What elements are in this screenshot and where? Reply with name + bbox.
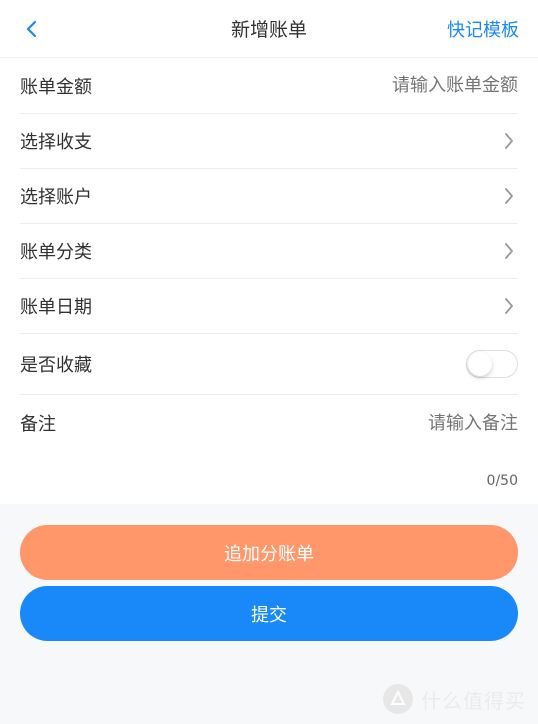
income-expense-cell[interactable]: 选择收支: [20, 114, 518, 169]
remark-label: 备注: [20, 414, 56, 435]
chevron-right-icon: [500, 132, 518, 150]
remark-char-counter: 0/50: [486, 473, 518, 489]
amount-cell[interactable]: 账单金额: [20, 58, 518, 114]
chevron-left-icon: [26, 20, 37, 38]
back-button[interactable]: [20, 17, 44, 41]
remark-cell[interactable]: 备注: [20, 395, 518, 451]
favorite-switch[interactable]: [466, 350, 518, 378]
watermark: 什么值得买: [383, 684, 526, 714]
remark-input[interactable]: [258, 412, 518, 434]
chevron-right-icon: [500, 242, 518, 260]
watermark-text: 什么值得买: [421, 688, 526, 713]
date-label: 账单日期: [20, 297, 92, 318]
switch-knob: [468, 352, 492, 376]
amount-label: 账单金额: [20, 76, 92, 98]
chevron-right-icon: [500, 297, 518, 315]
chevron-right-icon: [500, 187, 518, 205]
amount-input[interactable]: [258, 75, 518, 96]
account-cell[interactable]: 选择账户: [20, 169, 518, 224]
income-expense-label: 选择收支: [20, 132, 92, 153]
category-cell[interactable]: 账单分类: [20, 224, 518, 279]
quick-template-link[interactable]: 快记模板: [447, 0, 519, 58]
date-cell[interactable]: 账单日期: [20, 279, 518, 334]
favorite-label: 是否收藏: [20, 355, 92, 376]
watermark-logo-icon: [383, 684, 413, 714]
category-label: 账单分类: [20, 242, 92, 263]
nav-bar: 新增账单 快记模板: [0, 0, 538, 58]
add-split-bill-button[interactable]: 追加分账单: [20, 525, 518, 580]
bill-form: 账单金额 选择收支 选择账户 账单分类 账单日期 是否收藏 备注: [0, 58, 538, 504]
favorite-cell: 是否收藏: [20, 334, 518, 395]
page-title: 新增账单: [230, 19, 307, 41]
submit-button[interactable]: 提交: [20, 586, 518, 641]
account-label: 选择账户: [20, 187, 92, 208]
